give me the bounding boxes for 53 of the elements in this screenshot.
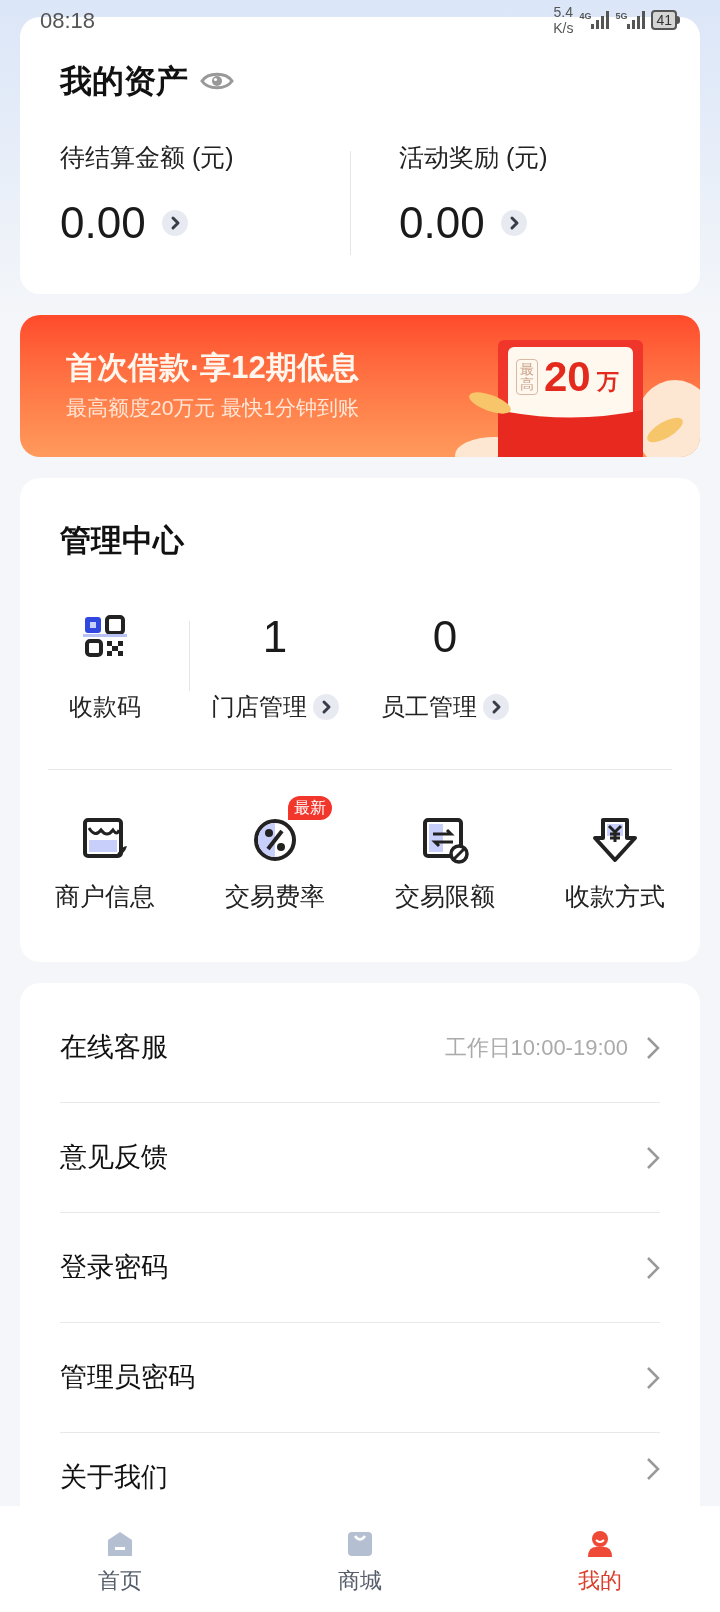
banner-unit: 万: [596, 367, 619, 396]
chevron-right-icon: [646, 1457, 660, 1481]
banner-subtitle: 最高额度20万元 最快1分钟到账: [66, 395, 359, 422]
chevron-right-icon: [646, 1365, 660, 1390]
signal-icon: [627, 11, 646, 29]
tab-item[interactable]: 首页: [0, 1506, 240, 1612]
qr-code-icon: [83, 614, 127, 659]
management-link[interactable]: 门店管理: [211, 688, 307, 725]
chevron-right-icon: [646, 1255, 660, 1280]
menu-row[interactable]: 意见反馈: [60, 1103, 660, 1213]
new-badge: 最新: [288, 795, 332, 820]
tool-item[interactable]: 收款方式: [565, 815, 665, 915]
tool-item[interactable]: 商户信息: [55, 815, 155, 915]
yen-arrow-icon: [591, 815, 639, 864]
chevron-icon: [483, 693, 509, 720]
tab-item[interactable]: 商城: [240, 1506, 480, 1612]
menu-row[interactable]: 在线客服 工作日10:00-19:00: [60, 993, 660, 1103]
menu-detail: 工作日10:00-19:00: [444, 1034, 628, 1062]
amount-label: 活动奖励 (元): [399, 142, 549, 173]
banner-title: 首次借款·享12期低息: [66, 349, 359, 388]
section-title: 我的资产: [60, 62, 188, 101]
tool-item[interactable]: 交易限额: [395, 815, 495, 915]
clock-time: 08:18: [40, 6, 96, 35]
banner-amount: 20: [544, 355, 591, 399]
chevron-icon: [500, 209, 527, 236]
network-type: 5G: [615, 11, 628, 21]
battery-tip: [677, 16, 680, 24]
count-value: 0: [432, 610, 458, 663]
shopping-bag-icon: [346, 1530, 374, 1558]
amount-label: 待结算金额 (元): [60, 142, 235, 173]
amount-value[interactable]: 0.00: [60, 194, 146, 251]
tab-item[interactable]: 我的: [480, 1506, 720, 1612]
eye-icon: [200, 70, 234, 92]
signal-icon: [591, 11, 610, 29]
count-value: 1: [262, 610, 288, 663]
menu-row[interactable]: 关于我们: [60, 1433, 660, 1508]
amount-value[interactable]: 0.00: [399, 194, 485, 251]
section-title: 管理中心: [60, 522, 185, 560]
battery-level: 41: [651, 10, 677, 30]
qr-code-link[interactable]: 收款码: [69, 688, 141, 725]
amount-tag: 最高: [516, 359, 538, 395]
person-icon: [586, 1530, 614, 1558]
chevron-icon: [313, 693, 339, 720]
network-speed: 5.4: [553, 4, 573, 20]
management-link[interactable]: 员工管理: [381, 688, 477, 725]
house-icon: [106, 1530, 134, 1558]
network-speed-unit: K/s: [553, 20, 574, 36]
chevron-right-icon: [646, 1035, 660, 1060]
chevron-right-icon: [646, 1145, 660, 1170]
network-type: 4G: [579, 11, 592, 21]
menu-row[interactable]: 管理员密码: [60, 1323, 660, 1433]
chevron-icon: [161, 209, 188, 236]
menu-row[interactable]: 登录密码: [60, 1213, 660, 1323]
